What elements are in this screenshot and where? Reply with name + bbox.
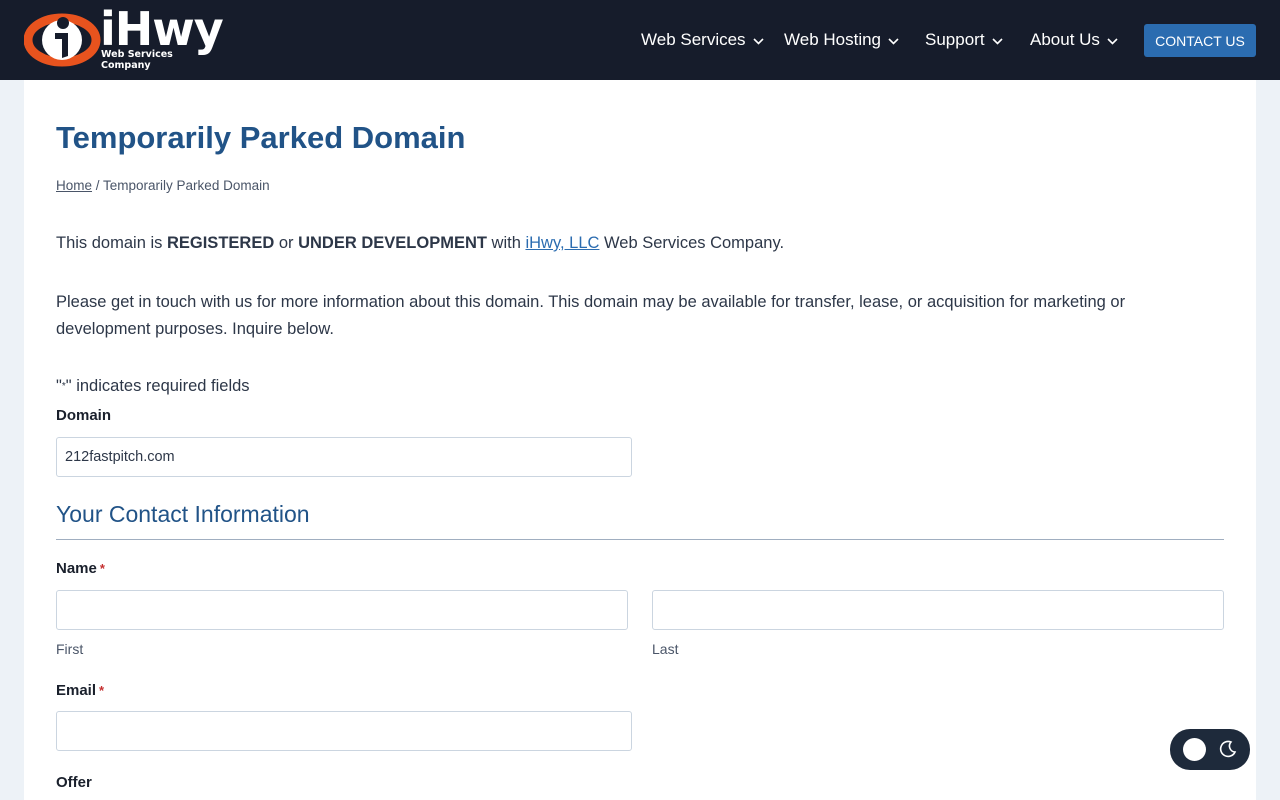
intro-paragraph: This domain is REGISTERED or UNDER DEVEL…	[56, 230, 1186, 257]
note-text: " indicates required fields	[65, 377, 250, 395]
required-marker: *	[99, 561, 105, 576]
nav-label: Support	[925, 30, 985, 49]
theme-toggle[interactable]	[1170, 729, 1250, 770]
intro-text: with	[486, 234, 526, 252]
logo-subtitle: Web Services Company	[101, 49, 173, 71]
logo-wordmark: iHwy	[100, 2, 224, 56]
chevron-down-icon	[752, 37, 764, 45]
nav-web-services[interactable]: Web Services	[641, 29, 764, 51]
offer-label: Offer	[56, 774, 92, 791]
chevron-down-icon	[888, 37, 899, 45]
ihwy-logo-icon	[24, 13, 101, 67]
last-name-field[interactable]	[652, 590, 1224, 630]
ihwy-llc-link[interactable]: iHwy, LLC	[525, 234, 599, 252]
nav-label: About Us	[1030, 30, 1100, 49]
site-logo[interactable]: iHwy Web Services Company	[24, 2, 224, 74]
name-label-text: Name	[56, 560, 97, 577]
site-header: iHwy Web Services Company Web Services W…	[0, 0, 1280, 80]
first-name-field[interactable]	[56, 590, 628, 630]
breadcrumb-current: Temporarily Parked Domain	[103, 178, 270, 193]
section-divider	[56, 539, 1224, 540]
registered-text: REGISTERED	[166, 234, 275, 252]
under-development-text: UNDER DEVELOPMENT	[298, 234, 487, 252]
chevron-down-icon	[1107, 37, 1118, 45]
email-label: Email *	[56, 682, 104, 699]
breadcrumb-home-link[interactable]: Home	[56, 178, 92, 193]
nav-web-hosting[interactable]: Web Hosting	[784, 29, 899, 51]
section-title: Your Contact Information	[56, 501, 310, 527]
moon-icon	[1219, 740, 1237, 758]
email-field[interactable]	[56, 711, 632, 751]
required-fields-note: "*" indicates required fields	[56, 377, 250, 396]
page-title: Temporarily Parked Domain	[56, 120, 466, 155]
nav-support[interactable]: Support	[925, 29, 1003, 51]
chevron-down-icon	[991, 37, 1003, 45]
nav-label: Web Hosting	[784, 30, 882, 49]
contact-us-button[interactable]: CONTACT US	[1144, 24, 1256, 57]
main-content: Temporarily Parked Domain Home / Tempora…	[24, 80, 1256, 800]
email-label-text: Email	[56, 682, 97, 699]
domain-field[interactable]: 212fastpitch.com	[56, 437, 632, 477]
intro-text: or	[274, 234, 299, 252]
first-name-sublabel: First	[56, 641, 84, 657]
info-paragraph: Please get in touch with us for more inf…	[56, 293, 1126, 338]
domain-label: Domain	[56, 407, 112, 424]
nav-about-us[interactable]: About Us	[1030, 29, 1118, 51]
required-marker: *	[99, 683, 105, 698]
nav-label: Web Services	[641, 30, 746, 49]
intro-text: Web Services Company.	[599, 234, 785, 252]
breadcrumb: Home / Temporarily Parked Domain	[56, 178, 270, 193]
sun-circle-icon	[1183, 738, 1206, 761]
last-name-sublabel: Last	[652, 641, 679, 657]
breadcrumb-separator: /	[92, 178, 104, 193]
intro-text: This domain is	[56, 234, 167, 252]
name-label: Name *	[56, 560, 105, 577]
